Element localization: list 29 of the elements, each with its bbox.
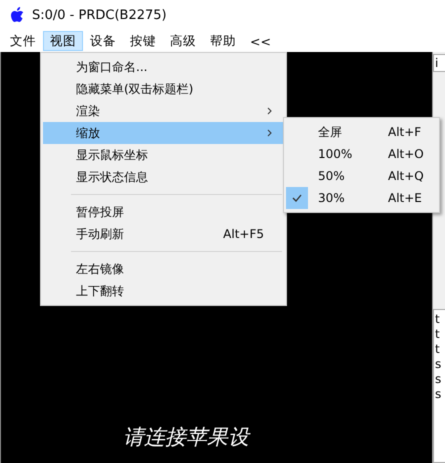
menu-item[interactable]: 全屏 Alt+F <box>286 121 437 143</box>
menu-bar-item[interactable]: 按键 <box>123 31 163 51</box>
menu-bar-item[interactable]: 高级 <box>163 31 203 51</box>
chevron-right-icon <box>267 129 272 137</box>
menu-item[interactable]: 50% Alt+Q <box>286 165 437 187</box>
menu-item[interactable]: 手动刷新 Alt+F5 <box>43 223 284 245</box>
menu-bar-item[interactable]: 视图 <box>43 31 83 51</box>
menu-item[interactable]: 上下翻转 <box>43 280 284 302</box>
menu-item[interactable]: 暂停投屏 <box>43 201 284 223</box>
menu-item[interactable]: 隐藏菜单(双击标题栏) <box>43 78 284 100</box>
menu-item[interactable]: 渲染 <box>43 100 284 122</box>
menu-bar-item[interactable]: 设备 <box>83 31 123 51</box>
menu-item[interactable]: 100% Alt+O <box>286 143 437 165</box>
menu-item[interactable]: 30% Alt+E <box>286 187 437 209</box>
menu-item[interactable]: 为窗口命名... <box>43 56 284 78</box>
log-area: t t t s s s <box>433 309 445 463</box>
menu-item[interactable]: 显示鼠标坐标 <box>43 144 284 166</box>
input-field[interactable]: i <box>433 54 445 72</box>
connect-message: 请连接苹果设 <box>123 424 252 451</box>
menu-bar-item[interactable]: << <box>243 31 278 51</box>
menu-bar-item[interactable]: 帮助 <box>203 31 243 51</box>
menu-item[interactable]: 左右镜像 <box>43 258 284 280</box>
menu-item[interactable]: 显示状态信息 <box>43 166 284 188</box>
chevron-right-icon <box>267 107 272 115</box>
checkmark-icon <box>292 194 302 202</box>
apple-icon <box>10 7 24 23</box>
window-title: S:0/0 - PRDC(B2275) <box>32 8 167 22</box>
menu-item[interactable]: 缩放 <box>43 122 284 144</box>
menu-bar-item[interactable]: 文件 <box>3 31 43 51</box>
